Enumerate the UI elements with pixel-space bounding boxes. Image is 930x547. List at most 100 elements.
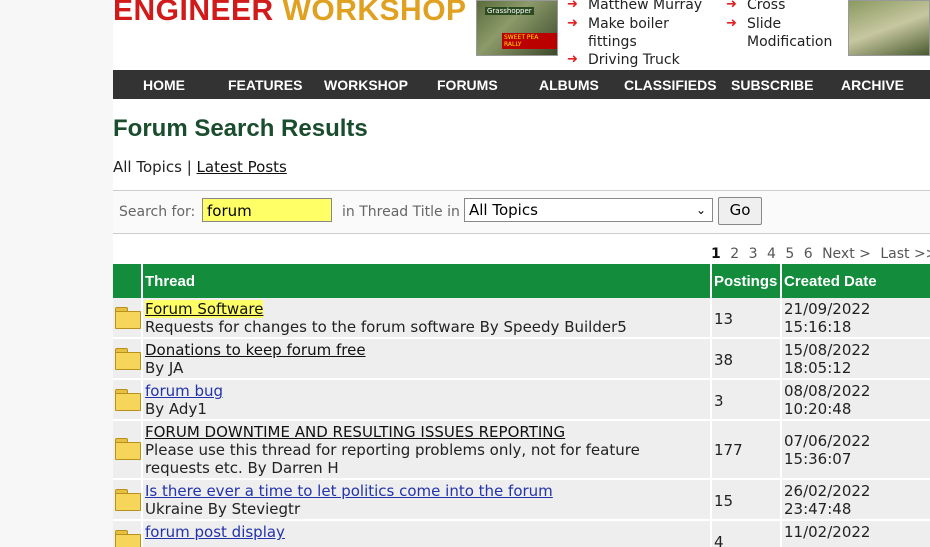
red-arrow-icon: ➜ xyxy=(726,0,737,12)
cover-tag: Grasshopper xyxy=(485,7,534,15)
search-label: Search for: xyxy=(119,204,196,220)
latest-posts-link[interactable]: Latest Posts xyxy=(197,158,287,176)
thread-cell: Donations to keep forum free By JA xyxy=(145,341,705,377)
table-row: forum bug By Ady1 3 08/08/2022 10:20:48 xyxy=(113,380,930,421)
column-divider xyxy=(141,264,143,298)
created-date: 21/09/2022 15:16:18 xyxy=(784,300,871,336)
search-scope-label: in Thread Title in xyxy=(342,204,460,220)
topics-separator: | xyxy=(186,158,192,176)
main-nav: HOME FEATURES WORKSHOP FORUMS ALBUMS CLA… xyxy=(113,70,930,99)
nav-archive[interactable]: ARCHIVE xyxy=(841,77,904,93)
column-divider xyxy=(780,380,782,419)
page-3[interactable]: 3 xyxy=(749,246,758,262)
nav-features[interactable]: FEATURES xyxy=(228,77,302,93)
thread-cell: forum post display xyxy=(145,523,705,541)
nav-workshop[interactable]: WORKSHOP xyxy=(324,77,408,93)
created-date: 11/02/2022 xyxy=(784,523,871,541)
postings-count: 177 xyxy=(714,441,743,459)
thread-link[interactable]: FORUM DOWNTIME AND RESULTING ISSUES REPO… xyxy=(145,423,565,441)
column-divider xyxy=(780,521,782,547)
column-divider xyxy=(141,339,143,378)
nav-albums[interactable]: ALBUMS xyxy=(539,77,599,93)
pagination: 1 2 3 4 5 6 Next > Last >> xyxy=(711,246,930,262)
last-page-link[interactable]: Last >> xyxy=(880,246,930,262)
page: ENGINEER WORKSHOP Grasshopper SWEET PEA … xyxy=(113,0,930,547)
thread-cell: forum bug By Ady1 xyxy=(145,382,705,418)
header-postings: Postings xyxy=(714,273,778,290)
postings-count: 13 xyxy=(714,310,734,328)
thread-link[interactable]: Is there ever a time to let politics com… xyxy=(145,482,553,500)
header-thread: Thread xyxy=(145,273,196,290)
all-topics-label: All Topics xyxy=(113,158,182,176)
folder-icon xyxy=(115,307,141,329)
thread-desc: Requests for changes to the forum softwa… xyxy=(145,318,627,336)
created-date: 15/08/2022 18:05:12 xyxy=(784,341,871,377)
column-divider xyxy=(780,421,782,478)
thread-desc: By Ady1 xyxy=(145,400,207,418)
column-divider xyxy=(780,264,782,298)
postings-count: 15 xyxy=(714,492,734,510)
table-header: Thread Postings Created Date xyxy=(113,264,930,298)
site-logo[interactable]: ENGINEER WORKSHOP xyxy=(113,0,467,22)
thread-link[interactable]: forum post display xyxy=(145,523,285,541)
chevron-down-icon: ⌄ xyxy=(695,203,706,217)
page-5[interactable]: 5 xyxy=(785,246,794,262)
column-divider xyxy=(141,521,143,547)
column-divider xyxy=(141,298,143,337)
nav-classifieds[interactable]: CLASSIFIEDS xyxy=(624,77,717,93)
headline-item[interactable]: ➜ Driving Truck xyxy=(561,51,702,69)
page-2[interactable]: 2 xyxy=(730,246,739,262)
postings-count: 3 xyxy=(714,392,724,410)
postings-count: 4 xyxy=(714,533,724,547)
table-row: Forum Software Requests for changes to t… xyxy=(113,298,930,339)
thread-desc: Please use this thread for reporting pro… xyxy=(145,441,640,477)
red-arrow-icon: ➜ xyxy=(567,52,578,67)
column-divider xyxy=(710,380,712,419)
nav-home[interactable]: HOME xyxy=(143,77,185,93)
thread-desc: Ukraine By Steviegtr xyxy=(145,500,301,518)
red-arrow-icon: ➜ xyxy=(567,16,578,31)
headline-item[interactable]: ➜ Make boiler fittings xyxy=(561,15,688,51)
page-6[interactable]: 6 xyxy=(804,246,813,262)
page-title: Forum Search Results xyxy=(113,115,368,142)
column-divider xyxy=(710,521,712,547)
logo-text-engineer: ENGINEER xyxy=(113,0,274,22)
headline-item[interactable]: ➜ Matthew Murray xyxy=(561,0,702,14)
folder-icon xyxy=(115,438,141,460)
created-date: 08/08/2022 10:20:48 xyxy=(784,382,871,418)
thread-cell: Is there ever a time to let politics com… xyxy=(145,482,705,518)
thread-link[interactable]: Donations to keep forum free xyxy=(145,341,366,359)
results-table: Thread Postings Created Date Forum Softw… xyxy=(113,264,930,547)
column-divider xyxy=(710,339,712,378)
thread-link[interactable]: Forum Software xyxy=(145,300,264,318)
search-input[interactable]: forum xyxy=(202,198,332,222)
column-divider xyxy=(780,339,782,378)
topic-select-value: All Topics xyxy=(469,201,538,219)
folder-icon xyxy=(115,489,141,511)
table-row: FORUM DOWNTIME AND RESULTING ISSUES REPO… xyxy=(113,421,930,480)
headline-item[interactable]: ➜ Cross xyxy=(720,0,847,14)
column-divider xyxy=(710,264,712,298)
magazine-cover-image[interactable]: Grasshopper SWEET PEA RALLY xyxy=(476,0,558,56)
folder-icon xyxy=(115,348,141,370)
topic-select[interactable]: All Topics ⌄ xyxy=(464,198,713,222)
headline-item[interactable]: ➜ Slide Modification xyxy=(720,15,847,51)
column-divider xyxy=(710,298,712,337)
thread-link[interactable]: forum bug xyxy=(145,382,223,400)
table-row: Is there ever a time to let politics com… xyxy=(113,480,930,521)
page-4[interactable]: 4 xyxy=(767,246,776,262)
next-page-link[interactable]: Next > xyxy=(822,246,871,262)
column-divider xyxy=(780,298,782,337)
magazine-cover-image-2[interactable] xyxy=(848,0,930,56)
nav-forums[interactable]: FORUMS xyxy=(437,77,498,93)
created-date: 26/02/2022 23:47:48 xyxy=(784,482,871,518)
nav-subscribe[interactable]: SUBSCRIBE xyxy=(731,77,813,93)
column-divider xyxy=(141,480,143,519)
thread-cell: FORUM DOWNTIME AND RESULTING ISSUES REPO… xyxy=(145,423,705,477)
column-divider xyxy=(710,480,712,519)
logo-text-workshop: WORKSHOP xyxy=(282,0,467,22)
topic-links: All Topics | Latest Posts xyxy=(113,158,287,176)
thread-desc: By JA xyxy=(145,359,184,377)
go-button[interactable]: Go xyxy=(718,197,762,225)
column-divider xyxy=(710,421,712,478)
